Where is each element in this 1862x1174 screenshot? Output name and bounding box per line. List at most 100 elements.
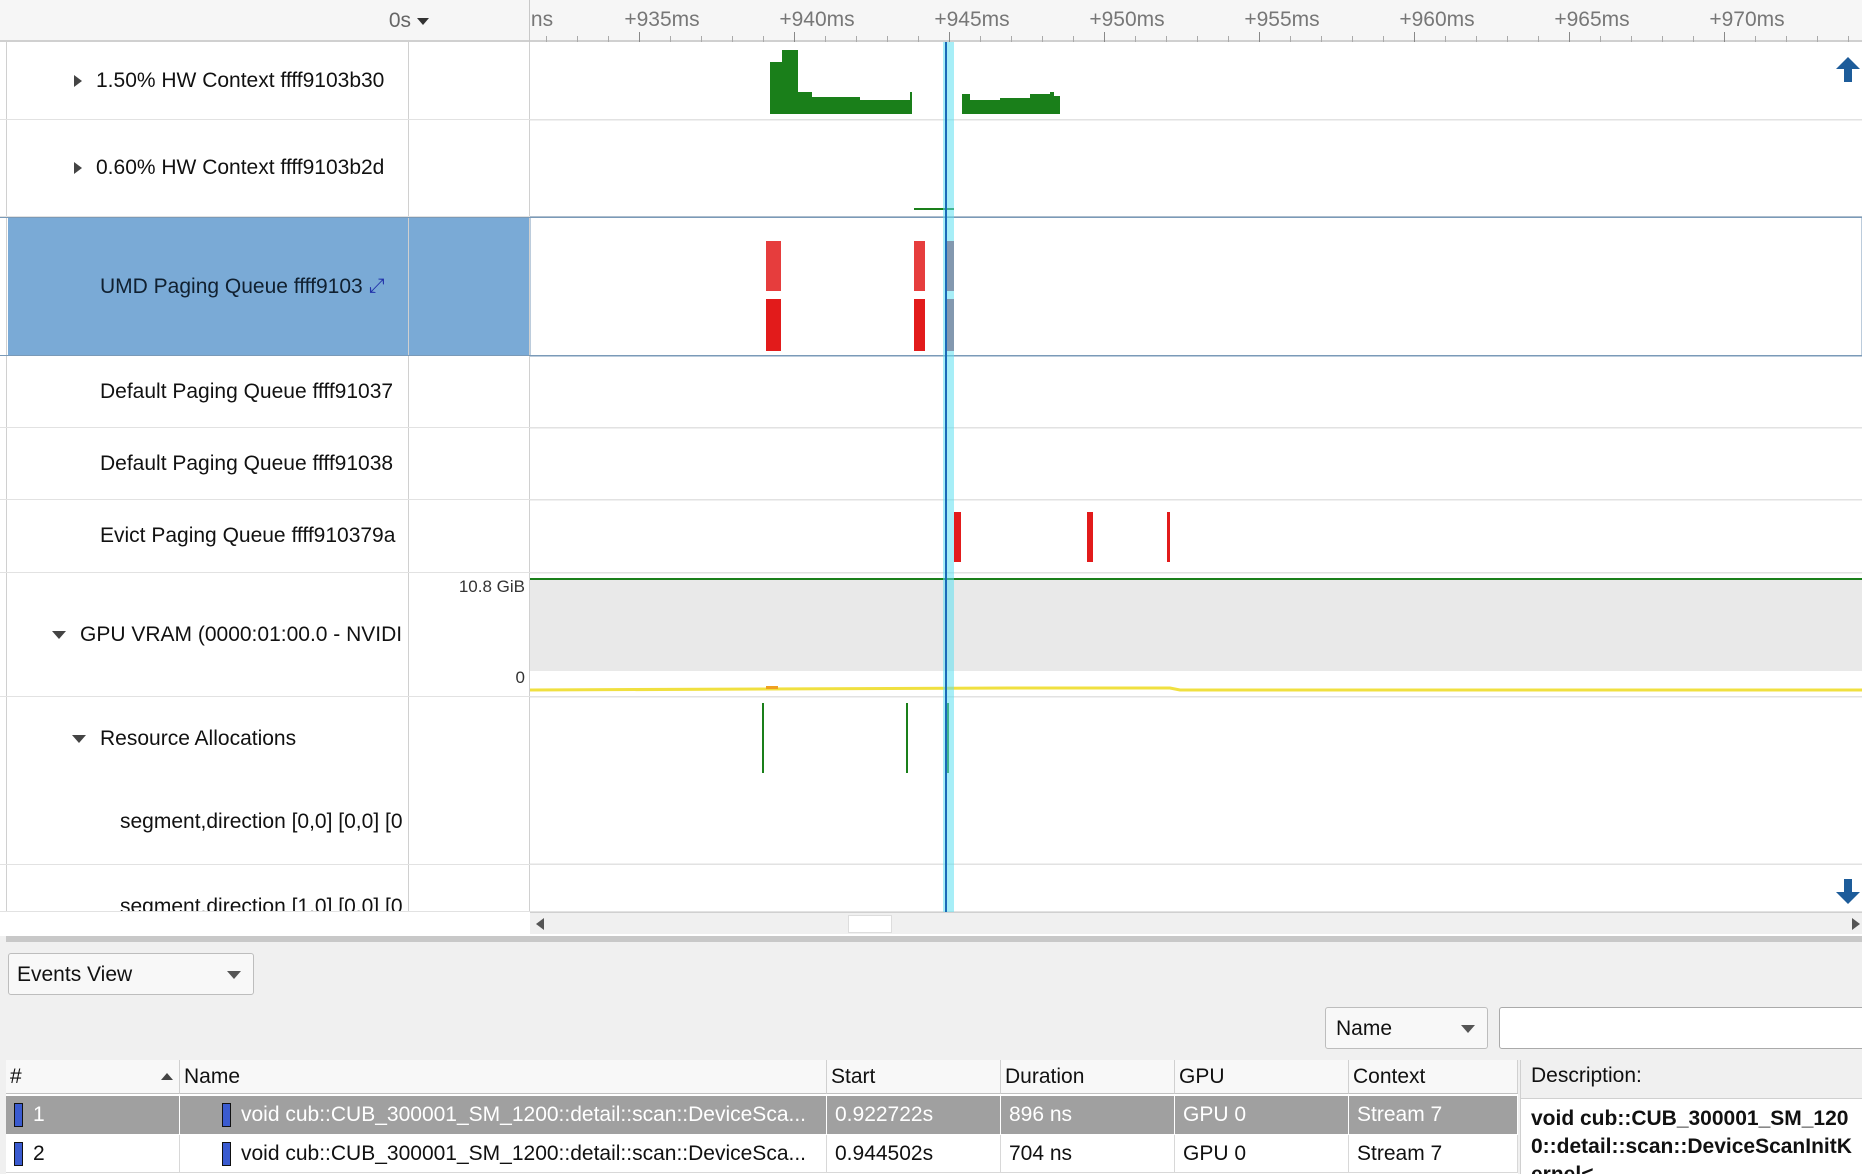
description-panel: Description: void cub::CUB_300001_SM_120… <box>1520 1060 1862 1174</box>
vram-usage-line <box>530 686 1862 692</box>
column-header-label: Context <box>1353 1065 1426 1088</box>
sort-ascending-icon <box>161 1073 173 1080</box>
scroll-left-icon[interactable] <box>536 918 544 930</box>
tick-label: +935ms <box>624 8 700 31</box>
tick-label: +960ms <box>1399 8 1475 31</box>
name-value: void cub::CUB_300001_SM_1200::detail::sc… <box>241 1103 807 1126</box>
row-label: Default Paging Queue ffff91037 <box>100 379 394 403</box>
expand-right-icon[interactable] <box>74 74 82 87</box>
row-scale-cell <box>408 865 530 911</box>
paging-event-marker <box>914 299 925 351</box>
column-header-start[interactable]: Start <box>827 1060 1001 1094</box>
scroll-up-button[interactable] <box>1834 42 1862 72</box>
column-header-label: Start <box>831 1065 876 1088</box>
column-header-name[interactable]: Name <box>180 1060 827 1094</box>
time-ruler[interactable]: 0s ns +935ms +940ms +945ms +950ms +955ms… <box>0 0 1862 42</box>
evict-event-marker <box>1087 512 1093 562</box>
ruler-tick <box>1414 32 1415 42</box>
column-header-gpu[interactable]: GPU <box>1175 1060 1349 1094</box>
row-label: 0.60% HW Context ffff9103b2d <box>96 156 385 179</box>
paging-event-marker <box>914 241 925 291</box>
row-label-cell: segment,direction [1,0] [0,0] [0 <box>8 865 408 911</box>
row-label-cell: Evict Paging Queue ffff910379a <box>8 500 408 572</box>
row-scale-cell <box>408 218 530 355</box>
event-color-chip <box>14 1103 23 1128</box>
cell-start: 0.922722s <box>827 1096 1001 1134</box>
cell-name: void cub::CUB_300001_SM_1200::detail::sc… <box>180 1135 827 1173</box>
expand-down-icon[interactable] <box>72 735 86 743</box>
tick-label: +945ms <box>934 8 1010 31</box>
time-origin-dropdown[interactable]: 0s <box>389 9 429 33</box>
filter-field-label: Name <box>1336 1017 1393 1040</box>
scroll-right-icon[interactable] <box>1852 918 1860 930</box>
gpu-vram-graph <box>530 578 1862 692</box>
event-color-chip <box>222 1142 231 1167</box>
chevron-down-icon <box>1461 1025 1475 1033</box>
row-scale-cell <box>408 120 530 216</box>
evict-event-marker <box>954 512 961 562</box>
resource-allocation-markers <box>762 703 949 773</box>
filter-field-dropdown[interactable]: Name <box>1325 1007 1488 1049</box>
tick-label: +970ms <box>1709 8 1785 31</box>
row-label-cell: segment,direction [0,0] [0,0] [0 <box>8 781 408 863</box>
row-label-cell: UMD Paging Queue ffff9103 ⤢ <box>8 218 408 355</box>
cell-context: Stream 7 <box>1349 1135 1518 1173</box>
index-value: 2 <box>33 1142 45 1165</box>
cell-duration: 896 ns <box>1001 1096 1175 1134</box>
ruler-tick <box>1569 32 1570 42</box>
ruler-scale[interactable]: ns +935ms +940ms +945ms +950ms +955ms +9… <box>530 0 1862 42</box>
events-table: # Name Start Duration GPU Context 1 void… <box>6 1060 1518 1174</box>
row-scale-cell <box>408 697 530 864</box>
paging-event-marker <box>766 241 781 291</box>
view-selector-dropdown[interactable]: Events View <box>8 953 254 995</box>
timeline-horizontal-scrollbar[interactable] <box>530 912 1862 934</box>
ruler-tick <box>639 32 640 42</box>
description-text[interactable]: void cub::CUB_300001_SM_1200::detail::sc… <box>1521 1098 1862 1174</box>
hw-context-1-activity <box>770 50 1060 114</box>
row-scale-cell <box>408 500 530 572</box>
vram-scale-max: 10.8 GiB <box>458 577 525 596</box>
cell-start: 0.944502s <box>827 1135 1001 1173</box>
ruler-tick <box>1104 32 1105 42</box>
allocation-marker <box>762 703 764 773</box>
row-label: 1.50% HW Context ffff9103b30 <box>96 68 385 92</box>
external-link-icon[interactable]: ⤢ <box>369 275 385 298</box>
column-header-label: GPU <box>1179 1065 1225 1088</box>
index-value: 1 <box>33 1103 45 1126</box>
scrollbar-thumb[interactable] <box>848 915 892 933</box>
umd-paging-events <box>766 241 954 351</box>
column-header-context[interactable]: Context <box>1349 1060 1518 1094</box>
ruler-tick <box>794 32 795 42</box>
paging-event-marker <box>766 299 781 351</box>
time-origin-label: 0s <box>388 9 411 32</box>
name-value: void cub::CUB_300001_SM_1200::detail::sc… <box>241 1142 807 1165</box>
scroll-down-button[interactable] <box>1834 872 1862 902</box>
table-row[interactable]: 2 void cub::CUB_300001_SM_1200::detail::… <box>6 1135 1518 1173</box>
cursor-band <box>943 42 954 912</box>
segment-label: segment,direction [1,0] [0,0] [0 <box>120 895 403 911</box>
timeline-view: 0s ns +935ms +940ms +945ms +950ms +955ms… <box>0 0 1862 936</box>
table-row[interactable]: 1 void cub::CUB_300001_SM_1200::detail::… <box>6 1096 1518 1134</box>
chevron-down-icon <box>227 971 241 979</box>
evict-paging-events <box>954 512 1170 562</box>
track-canvas[interactable] <box>530 42 1862 912</box>
allocation-marker <box>906 703 908 773</box>
expand-down-icon[interactable] <box>52 630 66 639</box>
row-label: Default Paging Queue ffff91038 <box>100 451 394 475</box>
row-label-cell: GPU VRAM (0000:01:00.0 - NVIDI <box>8 573 408 696</box>
track-row-separators <box>530 119 1862 865</box>
panel-splitter[interactable] <box>6 936 1862 942</box>
row-scale-cell: 10.8 GiB 0 <box>408 573 530 696</box>
profiler-window: 0s ns +935ms +940ms +945ms +950ms +955ms… <box>0 0 1862 1174</box>
event-color-chip <box>14 1142 23 1167</box>
column-header-index[interactable]: # <box>6 1060 180 1094</box>
selected-row-outline <box>530 216 1862 357</box>
expand-right-icon[interactable] <box>74 162 82 174</box>
column-header-label: Name <box>184 1065 241 1088</box>
tick-label: +955ms <box>1244 8 1320 31</box>
filter-input[interactable] <box>1499 1007 1862 1049</box>
column-header-duration[interactable]: Duration <box>1001 1060 1175 1094</box>
time-cursor <box>943 42 954 912</box>
tick-label: +940ms <box>779 8 855 31</box>
hw-activity-burst <box>962 92 1060 114</box>
